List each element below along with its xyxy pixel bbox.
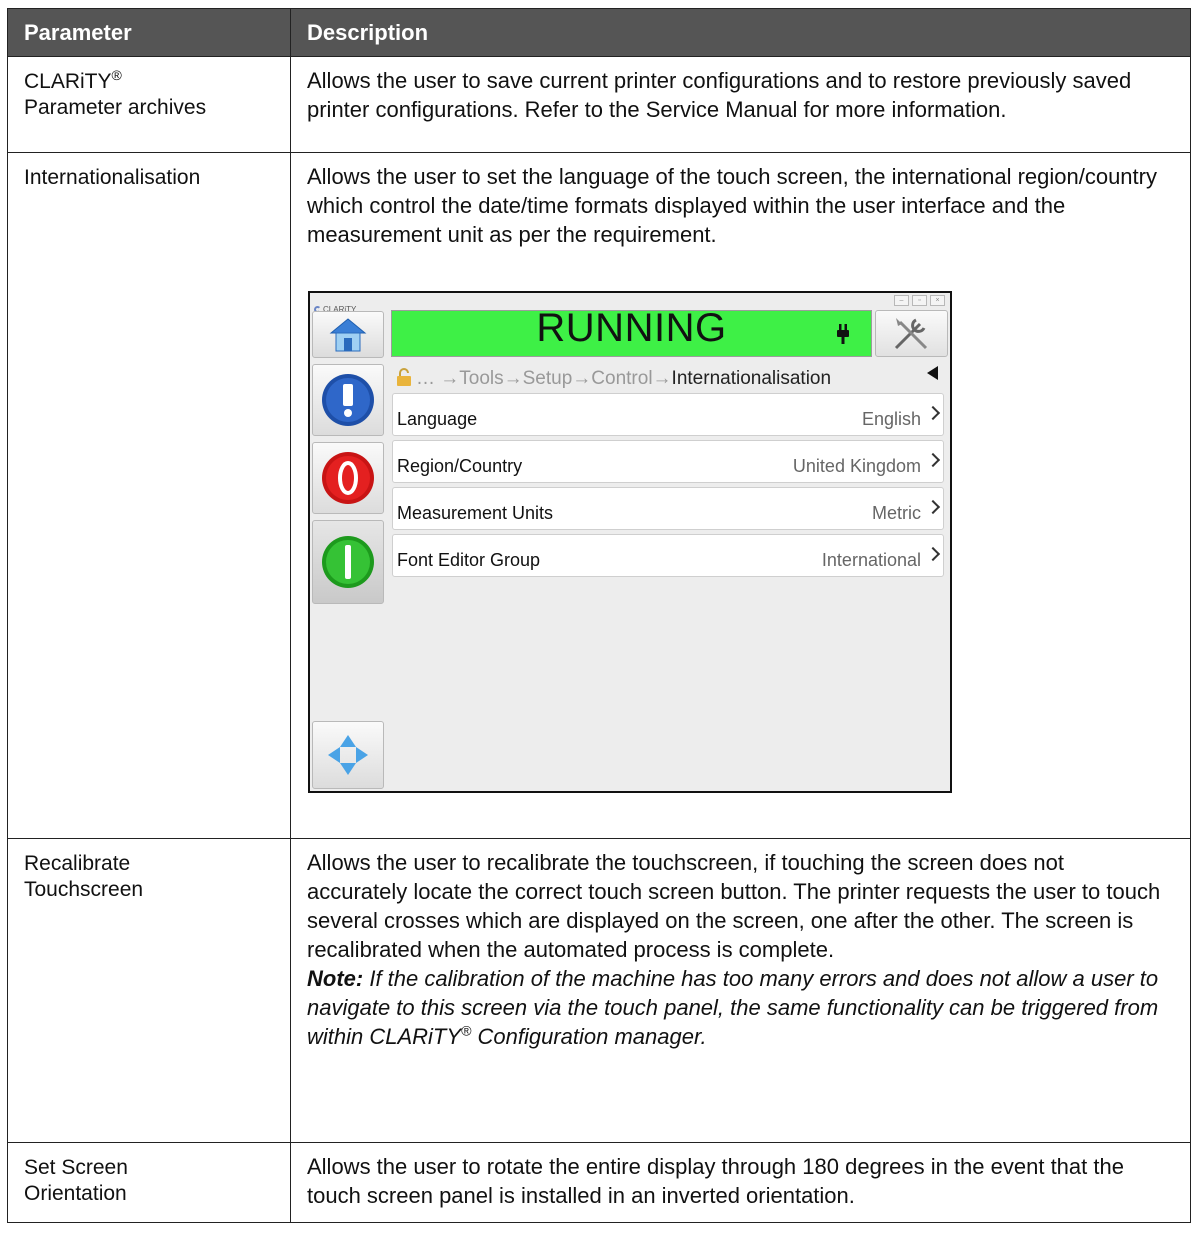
desc-cell: Allows the user to rotate the entire dis… [290,1142,1191,1223]
chevron-right-icon [925,452,941,468]
setting-value: United Kingdom [792,456,921,476]
window-controls: – ▫ × [894,295,945,306]
stop-button[interactable] [312,442,384,514]
table-row: CLARiTY® Parameter archives Allows the u… [7,56,1191,153]
param-name-cont: Orientation [24,1182,127,1205]
setting-label: Measurement Units [397,503,554,523]
param-name: Internationalisation [24,166,201,189]
start-button[interactable] [312,520,384,604]
home-button[interactable] [312,311,384,358]
note-text: If the calibration of the machine has to… [307,966,1159,1049]
setting-row-region[interactable]: Region/Country United Kingdom [392,440,944,483]
table-row: Set Screen Orientation Allows the user t… [7,1142,1191,1223]
setting-value: International [821,550,921,570]
desc-cell: Allows the user to save current printer … [290,56,1191,153]
info-icon [322,374,374,426]
maximize-button[interactable]: ▫ [912,295,927,306]
settings-list: Language English Region/Country United K… [392,393,944,581]
description-text: Allows the user to set the language of t… [307,164,1157,247]
table-header-row: Parameter Description [7,8,1191,57]
window-titlebar: CLARiTY – ▫ × [310,293,950,314]
info-button[interactable] [312,364,384,436]
registered-mark: ® [461,1022,472,1039]
navigate-button[interactable] [312,721,384,789]
setting-label: Language [397,409,478,429]
param-cell: CLARiTY® Parameter archives [7,56,291,153]
desc-cell: Allows the user to set the language of t… [290,152,1191,839]
note-text-end: Configuration manager. [471,1024,707,1049]
param-name-cont: Touchscreen [24,878,144,901]
stop-icon [322,452,374,504]
param-name: Set Screen [24,1156,128,1179]
embedded-screenshot: CLARiTY – ▫ × RUNNING … →Tools→Setup→Con… [308,291,952,793]
status-text: RUNNING [536,306,727,350]
table-row: Internationalisation Allows the user to … [7,152,1191,839]
setting-row-measurement[interactable]: Measurement Units Metric [392,487,944,530]
description-text: Allows the user to recalibrate the touch… [307,850,1161,962]
home-icon [329,318,367,352]
breadcrumb-path: … →Tools→Setup→Control→ [416,368,672,389]
header-description: Description [290,8,1191,57]
parameter-table: Parameter Description CLARiTY® Parameter… [7,8,1191,1223]
table-row: Recalibrate Touchscreen Allows the user … [7,838,1191,1143]
setting-row-font-editor[interactable]: Font Editor Group International [392,534,944,577]
param-name: Recalibrate [24,852,131,875]
note-label: Note: [307,966,364,991]
status-bar[interactable]: RUNNING [391,306,872,357]
param-cell: Recalibrate Touchscreen [7,838,291,1143]
setting-label: Font Editor Group [397,550,541,570]
breadcrumb-current: Internationalisation [671,368,832,389]
minimize-button[interactable]: – [894,295,909,306]
chevron-right-icon [925,499,941,515]
chevron-right-icon [925,546,941,562]
description-text: Allows the user to save current printer … [307,68,1132,122]
navigate-arrows-icon [328,735,368,775]
desc-cell: Allows the user to recalibrate the touch… [290,838,1191,1143]
param-cell: Internationalisation [7,152,291,839]
chevron-right-icon [925,405,941,421]
setting-value: English [861,409,921,429]
close-button[interactable]: × [930,295,945,306]
setting-label: Region/Country [397,456,523,476]
param-name: CLARiTY [24,70,112,93]
back-arrow-icon[interactable] [927,366,938,380]
start-icon [322,536,374,588]
lock-icon [397,368,411,386]
registered-mark: ® [111,67,122,83]
breadcrumb: … →Tools→Setup→Control→Internationalisat… [396,364,944,389]
setting-row-language[interactable]: Language English [392,393,944,436]
setting-value: Metric [872,503,921,523]
description-text: Allows the user to rotate the entire dis… [307,1154,1124,1208]
header-parameter: Parameter [7,8,291,57]
tools-icon [894,318,927,350]
side-panel [312,309,387,789]
param-name-cont: Parameter archives [24,96,207,119]
param-cell: Set Screen Orientation [7,1142,291,1223]
plug-icon [837,324,849,344]
tools-button[interactable] [875,310,948,357]
